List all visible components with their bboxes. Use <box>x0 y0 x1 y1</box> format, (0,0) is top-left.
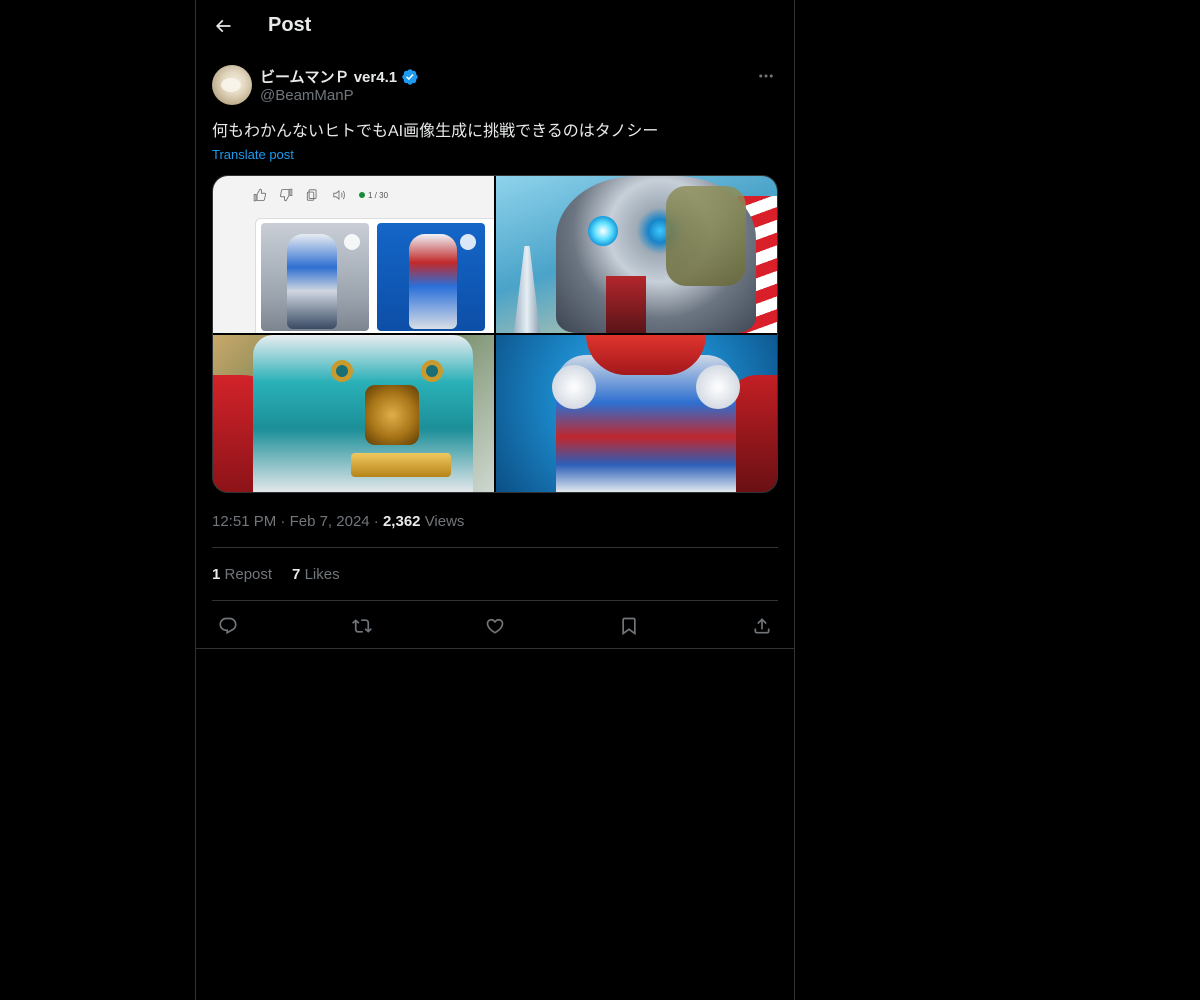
page-title: Post <box>268 14 312 36</box>
mech-ring-right <box>421 360 443 382</box>
mech-gold-chest <box>365 385 419 445</box>
post-bottom-border <box>196 648 794 649</box>
post-text: 何もわかんないヒトでもAI画像生成に挑戦できるのはタノシー <box>212 123 659 140</box>
copy-icon <box>306 189 317 201</box>
share-button[interactable] <box>746 614 778 638</box>
divider <box>212 600 778 601</box>
author-display-name[interactable]: ビームマンＰ ver4.1 <box>260 66 397 87</box>
avatar[interactable] <box>212 65 252 105</box>
image-1-counter-text: 1 / 30 <box>368 190 389 200</box>
meta-separator: · <box>373 513 379 530</box>
meta-separator: · <box>280 513 286 530</box>
views-label: Views <box>424 513 465 530</box>
author-handle[interactable]: @BeamManP <box>260 87 354 104</box>
bookmark-button[interactable] <box>613 614 645 638</box>
author-name-line: ビームマンＰ ver4.1 <box>260 66 419 87</box>
robot-shoulder-armor <box>666 186 746 286</box>
more-options-button[interactable] <box>754 64 778 88</box>
reply-icon <box>219 617 237 635</box>
repost-button[interactable] <box>346 614 378 638</box>
media-image-2[interactable] <box>496 176 777 333</box>
thumbnail-a-badge-icon <box>344 234 360 250</box>
robot-figure-b <box>409 234 457 329</box>
back-button[interactable] <box>206 8 240 44</box>
like-button[interactable] <box>479 614 511 638</box>
repost-icon <box>351 619 372 633</box>
thumbnail-b-badge-icon <box>460 234 476 250</box>
post-media-grid: 1 / 30 <box>212 175 778 493</box>
media-image-1[interactable]: 1 / 30 <box>213 176 494 333</box>
media-image-4[interactable] <box>496 335 777 492</box>
status-dot <box>359 192 365 198</box>
likes-count: 7 <box>292 566 301 583</box>
post-meta: 12:51 PM · Feb 7, 2024 · 2,362 Views <box>212 513 464 530</box>
hero-shoulder-left <box>552 365 596 409</box>
thumbs-down-icon <box>279 188 293 202</box>
media-image-3[interactable] <box>213 335 494 492</box>
primary-column: Post ビームマンＰ ver4.1 @BeamManP 何もわかんないヒトでも… <box>195 0 795 1000</box>
verified-badge-icon[interactable] <box>401 68 419 86</box>
robot-glowing-core <box>588 216 618 246</box>
robot-figure-a <box>287 234 337 329</box>
mech-ring-left <box>331 360 353 382</box>
more-horizontal-icon <box>759 74 773 78</box>
thumbs-up-icon <box>253 188 267 202</box>
engagement-stats: 1 Repost 7 Likes <box>212 566 340 583</box>
post-date[interactable]: Feb 7, 2024 <box>290 513 370 530</box>
reply-button[interactable] <box>212 614 244 638</box>
image-1-counter: 1 / 30 <box>359 191 388 200</box>
hero-shoulder-right <box>696 365 740 409</box>
page-header: Post <box>196 0 794 54</box>
post-actions-bar <box>212 614 778 638</box>
reposts-label: Repost <box>224 566 273 583</box>
image-1-toolbar: 1 / 30 <box>253 188 388 202</box>
arrow-left-icon <box>215 19 231 33</box>
likes-label: Likes <box>304 566 340 583</box>
skyscraper <box>514 246 540 333</box>
reposts-stat[interactable]: 1 Repost <box>212 566 272 583</box>
robot-red-panel <box>606 276 646 333</box>
share-icon <box>754 618 770 634</box>
translate-post-link[interactable]: Translate post <box>212 147 294 162</box>
post-article: ビームマンＰ ver4.1 @BeamManP 何もわかんないヒトでもAI画像生… <box>212 64 778 636</box>
reposts-count: 1 <box>212 566 221 583</box>
post-author-row: ビームマンＰ ver4.1 @BeamManP <box>212 64 778 108</box>
divider <box>212 547 778 548</box>
likes-stat[interactable]: 7 Likes <box>292 566 340 583</box>
speaker-icon <box>333 189 345 201</box>
heart-icon <box>486 618 504 634</box>
post-time[interactable]: 12:51 PM <box>212 513 276 530</box>
bookmark-icon <box>621 617 636 636</box>
views-count: 2,362 <box>382 513 421 530</box>
mech-gold-belt <box>351 453 451 477</box>
